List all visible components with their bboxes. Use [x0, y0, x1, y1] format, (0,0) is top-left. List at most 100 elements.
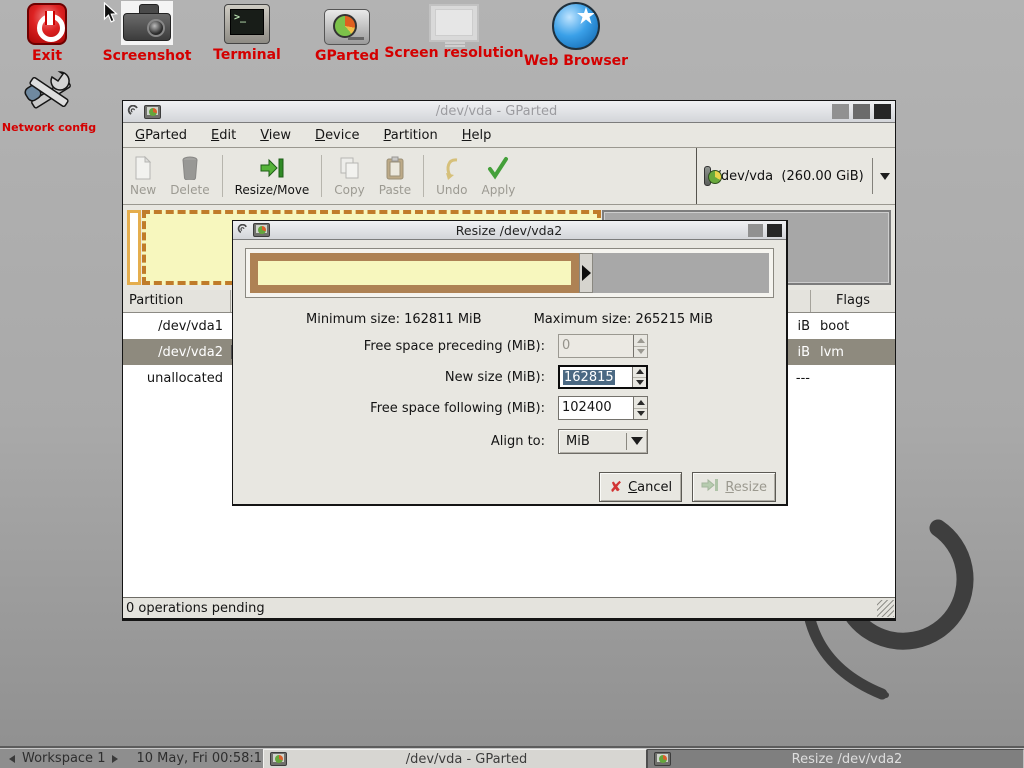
toolbar-separator — [423, 155, 424, 197]
desktop-icon-network-config[interactable]: Network config — [6, 70, 92, 134]
menubar: GParted Edit View Device Partition Help — [123, 123, 895, 148]
new-button[interactable]: New — [123, 148, 163, 204]
resize-button[interactable]: Resize — [692, 472, 776, 502]
status-bar: 0 operations pending — [123, 597, 895, 618]
menu-partition[interactable]: Partition — [384, 128, 438, 143]
paste-button[interactable]: Paste — [372, 148, 418, 204]
desktop-icon-screen-resolution[interactable]: Screen resolution — [390, 4, 518, 61]
spin-up-button — [634, 335, 647, 346]
flags-value: lvm — [810, 345, 895, 360]
x-icon: ✘ — [610, 480, 623, 495]
dropdown-value: MiB — [559, 434, 626, 449]
field-label: Free space preceding (MiB): — [364, 339, 545, 354]
icon-label: Screenshot — [103, 48, 192, 64]
dropdown-arrow-icon — [880, 173, 890, 180]
resize-grip[interactable] — [877, 600, 894, 617]
resize-handle[interactable] — [579, 253, 593, 293]
menu-view[interactable]: View — [260, 128, 291, 143]
size-fragment: iB — [788, 319, 810, 334]
workspace-label: Workspace 1 — [22, 751, 105, 766]
spin-down-button[interactable] — [633, 377, 646, 388]
tools-icon — [20, 70, 78, 118]
field-label: Free space following (MiB): — [370, 401, 545, 416]
dialog-title: Resize /dev/vda2 — [274, 223, 744, 238]
icon-label: Exit — [32, 48, 62, 64]
icon-label: GParted — [315, 48, 379, 64]
min-size-label: Minimum size: 162811 MiB — [306, 312, 482, 327]
desktop-icon-gparted[interactable]: GParted — [307, 9, 387, 64]
align-to-dropdown[interactable]: MiB — [558, 429, 648, 454]
size-fragment: iB — [788, 345, 810, 360]
icon-label: Screen resolution — [384, 45, 523, 61]
spin-down-button[interactable] — [634, 408, 647, 420]
window-titlebar[interactable]: /dev/vda - GParted — [123, 101, 895, 123]
prev-workspace-icon[interactable] — [9, 755, 15, 763]
debian-swirl-icon — [127, 105, 140, 119]
apply-button[interactable]: Apply — [475, 148, 523, 204]
camera-icon — [121, 1, 173, 45]
partition-name: /dev/vda2 — [123, 345, 231, 360]
gparted-icon — [144, 105, 161, 119]
free-space-following-input[interactable]: 102400 — [558, 396, 648, 420]
dialog-titlebar[interactable]: Resize /dev/vda2 — [233, 221, 786, 240]
device-label: /dev/vda (260.00 GiB) — [717, 169, 864, 184]
spin-up-button[interactable] — [634, 397, 647, 408]
close-button[interactable] — [874, 104, 891, 119]
flags-value: boot — [810, 319, 895, 334]
max-size-label: Maximum size: 265215 MiB — [534, 312, 713, 327]
new-size-input[interactable]: 162815 — [558, 365, 648, 389]
handle-arrow-icon — [582, 265, 591, 281]
desktop-icon-web-browser[interactable]: Web Browser — [520, 2, 632, 69]
power-icon — [27, 3, 67, 45]
icon-label: Terminal — [213, 47, 281, 63]
clipboard-icon — [385, 155, 405, 181]
copy-button[interactable]: Copy — [327, 148, 371, 204]
free-space-preceding-input: 0 — [558, 334, 648, 358]
cancel-button[interactable]: ✘ Cancel — [599, 472, 682, 502]
partition-resize-block[interactable] — [250, 253, 579, 293]
device-selector[interactable]: /dev/vda (260.00 GiB) — [696, 148, 895, 204]
task-button-resize-dialog[interactable]: Resize /dev/vda2 — [647, 749, 1024, 768]
size-limits: Minimum size: 162811 MiB Maximum size: 2… — [233, 312, 786, 327]
dialog-buttons: ✘ Cancel Resize — [233, 472, 786, 502]
menu-gparted[interactable]: GParted — [135, 128, 187, 143]
desktop-icon-terminal[interactable]: >_ Terminal — [206, 4, 288, 63]
spin-up-button[interactable] — [633, 367, 646, 377]
undo-arrow-icon — [442, 155, 462, 181]
minimize-button[interactable] — [832, 104, 849, 119]
free-space-following-row: Free space following (MiB): 102400 — [233, 396, 786, 420]
globe-icon — [552, 2, 600, 50]
status-text: 0 operations pending — [126, 601, 265, 616]
resize-move-button[interactable]: Resize/Move — [228, 148, 317, 204]
undo-button[interactable]: Undo — [429, 148, 474, 204]
field-label: Align to: — [491, 434, 545, 449]
apply-check-icon — [486, 155, 510, 181]
column-partition[interactable]: Partition — [123, 290, 231, 312]
delete-button[interactable]: Delete — [163, 148, 216, 204]
copy-icon — [339, 155, 361, 181]
next-workspace-icon[interactable] — [112, 755, 118, 763]
desktop: Exit Screenshot >_ Terminal GParted Scre… — [0, 0, 1024, 768]
workspace-switcher[interactable]: Workspace 1 — [0, 749, 127, 768]
gparted-disk-icon — [324, 9, 370, 45]
taskbar: Workspace 1 10 May, Fri 00:58:13 /dev/vd… — [0, 748, 1024, 768]
task-button-gparted[interactable]: /dev/vda - GParted — [263, 749, 647, 768]
toolbar: New Delete Resize/Move Copy — [123, 148, 895, 205]
close-button[interactable] — [767, 224, 782, 237]
gparted-icon — [270, 752, 287, 766]
menu-edit[interactable]: Edit — [211, 128, 236, 143]
terminal-icon: >_ — [224, 4, 270, 44]
column-flags[interactable]: Flags — [810, 290, 895, 312]
free-space-block — [593, 253, 769, 293]
size-fragment: --- — [788, 371, 810, 386]
trash-icon — [181, 155, 199, 181]
partition-vda1-block[interactable] — [127, 210, 141, 285]
icon-label: Web Browser — [524, 53, 628, 69]
debian-swirl-icon — [237, 224, 249, 237]
maximize-button[interactable] — [853, 104, 870, 119]
maximize-button[interactable] — [748, 224, 763, 237]
menu-device[interactable]: Device — [315, 128, 359, 143]
menu-help[interactable]: Help — [462, 128, 492, 143]
desktop-icon-exit[interactable]: Exit — [16, 3, 78, 64]
partition-name: /dev/vda1 — [123, 319, 231, 334]
